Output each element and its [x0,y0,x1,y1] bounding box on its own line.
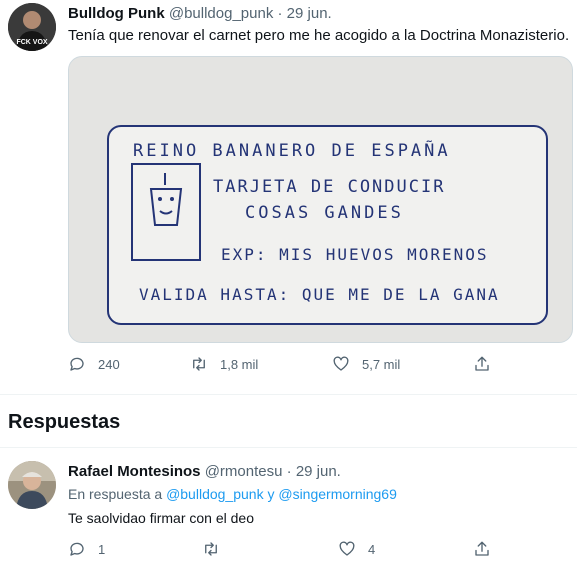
reply-date[interactable]: 29 jun. [296,463,341,480]
reply-author-name[interactable]: Rafael Montesinos [68,463,201,480]
retweet-icon [193,357,205,371]
drawn-face-portrait [131,163,201,261]
reply-actions: 1 4 [68,537,508,561]
avatar-badge: FCK VOX [16,39,47,46]
header-separator: · [277,5,283,22]
mention-conjunction: y [267,486,275,502]
share-icon [475,356,489,371]
mention-link[interactable]: @bulldog_punk [166,486,264,502]
card-line-title: TARJETA DE CONDUCIR [213,177,446,197]
card-line-valid: VALIDA HASTA: QUE ME DE LA GANA [139,285,500,304]
like-count: 5,7 mil [362,356,401,372]
reply-context: En respuesta a @bulldog_punk y @singermo… [68,486,397,502]
retweet-count: 1,8 mil [220,356,259,372]
tweet[interactable]: FCK VOX Bulldog Punk @bulldog_punk · 29 … [0,0,577,395]
reply-author-handle[interactable]: @rmontesu [205,463,283,480]
card-line-subtitle: COSAS GANDES [245,203,404,223]
reply-icon [70,357,84,371]
reply-button[interactable]: 1 [68,537,105,561]
card-line-kingdom: REINO BANANERO DE ESPAÑA [133,141,451,161]
author-handle[interactable]: @bulldog_punk [169,5,273,22]
share-button[interactable] [473,537,491,561]
author-avatar[interactable]: FCK VOX [8,3,56,51]
reply-avatar-photo [8,461,56,509]
reply-button[interactable]: 240 [68,352,120,376]
retweet-button[interactable] [202,537,232,561]
tweet-date[interactable]: 29 jun. [287,5,332,22]
author-name[interactable]: Bulldog Punk [68,5,165,22]
replies-heading: Respuestas [8,411,121,433]
like-icon [333,356,349,371]
section-divider [0,447,577,448]
card-line-expiry: EXP: MIS HUEVOS MORENOS [221,245,489,264]
share-icon [475,541,489,556]
like-button[interactable]: 5,7 mil [332,352,400,376]
tweet-text: Tenía que renovar el carnet pero me he a… [68,27,570,44]
reply-count: 240 [98,356,120,372]
reply-header-separator: · [286,463,292,480]
like-icon [339,541,355,556]
retweet-icon [205,542,217,556]
reply-text: Te saolvidao firmar con el deo [68,510,254,526]
like-count: 4 [368,541,376,557]
like-button[interactable]: 4 [338,537,375,561]
drawn-license-card: REINO BANANERO DE ESPAÑA TARJETA DE COND… [107,125,548,325]
reply-icon [70,542,84,556]
reply-prefix: En respuesta a [68,486,163,502]
mention-link[interactable]: @singermorning69 [278,486,397,502]
share-button[interactable] [473,352,491,376]
tweet-header: Bulldog Punk @bulldog_punk · 29 jun. [68,5,332,22]
retweet-button[interactable]: 1,8 mil [190,352,258,376]
avatar-photo: FCK VOX [8,3,56,51]
reply-count: 1 [98,541,106,557]
reply-header: Rafael Montesinos @rmontesu · 29 jun. [68,463,341,480]
reply-author-avatar[interactable] [8,461,56,509]
tweet-actions: 240 1,8 mil 5,7 mil [68,352,508,376]
tweet-image[interactable]: REINO BANANERO DE ESPAÑA TARJETA DE COND… [68,56,573,343]
